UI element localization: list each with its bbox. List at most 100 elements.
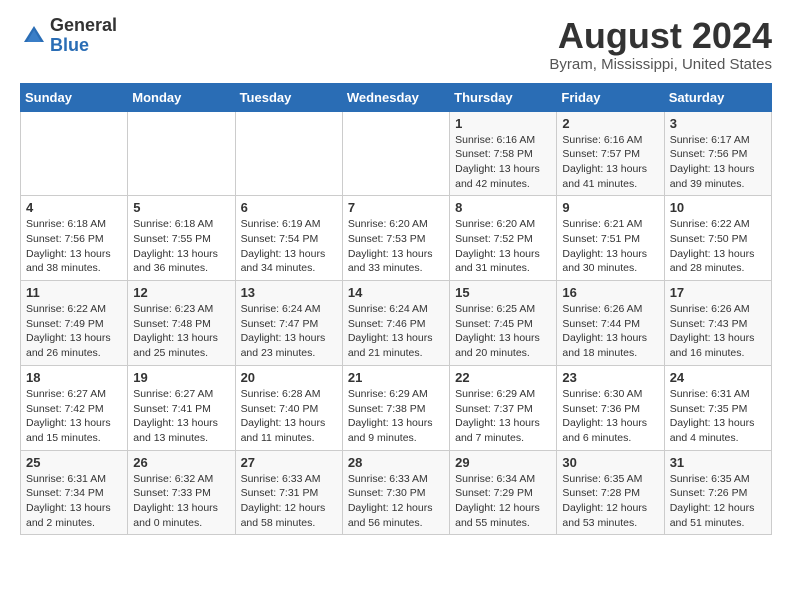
day-info: Sunrise: 6:31 AMSunset: 7:35 PMDaylight:… bbox=[670, 387, 766, 446]
day-number: 14 bbox=[348, 285, 444, 300]
calendar-cell: 30Sunrise: 6:35 AMSunset: 7:28 PMDayligh… bbox=[557, 450, 664, 535]
day-number: 17 bbox=[670, 285, 766, 300]
day-info: Sunrise: 6:34 AMSunset: 7:29 PMDaylight:… bbox=[455, 472, 551, 531]
day-number: 22 bbox=[455, 370, 551, 385]
calendar-cell: 7 Sunrise: 6:20 AMSunset: 7:53 PMDaylight… bbox=[342, 196, 449, 281]
logo: General Blue bbox=[20, 16, 117, 56]
day-number: 20 bbox=[241, 370, 337, 385]
day-number: 23 bbox=[562, 370, 658, 385]
day-info: Sunrise: 6:19 AMSunset: 7:54 PMDaylight:… bbox=[241, 217, 337, 276]
calendar-header: SundayMondayTuesdayWednesdayThursdayFrid… bbox=[21, 83, 772, 111]
day-info: Sunrise: 6:35 AMSunset: 7:26 PMDaylight:… bbox=[670, 472, 766, 531]
calendar-cell bbox=[128, 111, 235, 196]
logo-blue: Blue bbox=[50, 36, 117, 56]
calendar-cell: 10Sunrise: 6:22 AMSunset: 7:50 PMDayligh… bbox=[664, 196, 771, 281]
logo-text: General Blue bbox=[50, 16, 117, 56]
day-info: Sunrise: 6:18 AMSunset: 7:55 PMDaylight:… bbox=[133, 217, 229, 276]
calendar-cell: 13 Sunrise: 6:24 AMSunset: 7:47 PMDayligh… bbox=[235, 281, 342, 366]
day-number: 6 bbox=[241, 200, 337, 215]
calendar-week-4: 18Sunrise: 6:27 AMSunset: 7:42 PMDayligh… bbox=[21, 365, 772, 450]
day-info: Sunrise: 6:22 AMSunset: 7:49 PMDaylight:… bbox=[26, 302, 122, 361]
calendar-cell bbox=[235, 111, 342, 196]
day-info: Sunrise: 6:31 AMSunset: 7:34 PMDaylight:… bbox=[26, 472, 122, 531]
calendar-cell: 24 Sunrise: 6:31 AMSunset: 7:35 PMDayligh… bbox=[664, 365, 771, 450]
day-number: 21 bbox=[348, 370, 444, 385]
weekday-header-sunday: Sunday bbox=[21, 83, 128, 111]
day-info: Sunrise: 6:29 AMSunset: 7:38 PMDaylight:… bbox=[348, 387, 444, 446]
day-number: 5 bbox=[133, 200, 229, 215]
calendar-cell: 19 Sunrise: 6:27 AMSunset: 7:41 PMDayligh… bbox=[128, 365, 235, 450]
calendar-cell: 8 Sunrise: 6:20 AMSunset: 7:52 PMDaylight… bbox=[450, 196, 557, 281]
calendar-cell: 3 Sunrise: 6:17 AMSunset: 7:56 PMDaylight… bbox=[664, 111, 771, 196]
day-info: Sunrise: 6:16 AMSunset: 7:57 PMDaylight:… bbox=[562, 133, 658, 192]
calendar-cell: 11 Sunrise: 6:22 AMSunset: 7:49 PMDayligh… bbox=[21, 281, 128, 366]
day-number: 29 bbox=[455, 455, 551, 470]
calendar-week-3: 11 Sunrise: 6:22 AMSunset: 7:49 PMDayligh… bbox=[21, 281, 772, 366]
day-info: Sunrise: 6:33 AMSunset: 7:30 PMDaylight:… bbox=[348, 472, 444, 531]
day-info: Sunrise: 6:24 AMSunset: 7:46 PMDaylight:… bbox=[348, 302, 444, 361]
calendar-cell: 12Sunrise: 6:23 AMSunset: 7:48 PMDayligh… bbox=[128, 281, 235, 366]
calendar-cell bbox=[342, 111, 449, 196]
calendar-cell: 1Sunrise: 6:16 AMSunset: 7:58 PMDaylight… bbox=[450, 111, 557, 196]
day-info: Sunrise: 6:30 AMSunset: 7:36 PMDaylight:… bbox=[562, 387, 658, 446]
calendar-cell: 15 Sunrise: 6:25 AMSunset: 7:45 PMDayligh… bbox=[450, 281, 557, 366]
day-number: 28 bbox=[348, 455, 444, 470]
day-info: Sunrise: 6:27 AMSunset: 7:42 PMDaylight:… bbox=[26, 387, 122, 446]
day-number: 31 bbox=[670, 455, 766, 470]
calendar-week-2: 4Sunrise: 6:18 AMSunset: 7:56 PMDaylight… bbox=[21, 196, 772, 281]
header-area: General Blue August 2024 Byram, Mississi… bbox=[20, 16, 772, 73]
day-number: 10 bbox=[670, 200, 766, 215]
weekday-header-saturday: Saturday bbox=[664, 83, 771, 111]
title-area: August 2024 Byram, Mississippi, United S… bbox=[549, 16, 772, 73]
calendar-week-5: 25 Sunrise: 6:31 AMSunset: 7:34 PMDayligh… bbox=[21, 450, 772, 535]
day-info: Sunrise: 6:20 AMSunset: 7:53 PMDaylight:… bbox=[348, 217, 444, 276]
day-number: 11 bbox=[26, 285, 122, 300]
calendar-cell: 20Sunrise: 6:28 AMSunset: 7:40 PMDayligh… bbox=[235, 365, 342, 450]
calendar-cell: 16 Sunrise: 6:26 AMSunset: 7:44 PMDayligh… bbox=[557, 281, 664, 366]
day-info: Sunrise: 6:29 AMSunset: 7:37 PMDaylight:… bbox=[455, 387, 551, 446]
main-title: August 2024 bbox=[549, 16, 772, 56]
day-info: Sunrise: 6:27 AMSunset: 7:41 PMDaylight:… bbox=[133, 387, 229, 446]
day-info: Sunrise: 6:16 AMSunset: 7:58 PMDaylight:… bbox=[455, 133, 551, 192]
day-info: Sunrise: 6:25 AMSunset: 7:45 PMDaylight:… bbox=[455, 302, 551, 361]
day-number: 30 bbox=[562, 455, 658, 470]
logo-icon bbox=[20, 22, 48, 50]
day-number: 3 bbox=[670, 116, 766, 131]
calendar-cell: 23 Sunrise: 6:30 AMSunset: 7:36 PMDayligh… bbox=[557, 365, 664, 450]
calendar-week-1: 1Sunrise: 6:16 AMSunset: 7:58 PMDaylight… bbox=[21, 111, 772, 196]
weekday-header-tuesday: Tuesday bbox=[235, 83, 342, 111]
day-number: 7 bbox=[348, 200, 444, 215]
day-info: Sunrise: 6:26 AMSunset: 7:43 PMDaylight:… bbox=[670, 302, 766, 361]
day-info: Sunrise: 6:18 AMSunset: 7:56 PMDaylight:… bbox=[26, 217, 122, 276]
day-info: Sunrise: 6:20 AMSunset: 7:52 PMDaylight:… bbox=[455, 217, 551, 276]
day-number: 25 bbox=[26, 455, 122, 470]
calendar-page: General Blue August 2024 Byram, Mississi… bbox=[0, 0, 792, 551]
day-info: Sunrise: 6:17 AMSunset: 7:56 PMDaylight:… bbox=[670, 133, 766, 192]
calendar-body: 1Sunrise: 6:16 AMSunset: 7:58 PMDaylight… bbox=[21, 111, 772, 535]
calendar-table: SundayMondayTuesdayWednesdayThursdayFrid… bbox=[20, 83, 772, 536]
day-number: 16 bbox=[562, 285, 658, 300]
calendar-cell: 2 Sunrise: 6:16 AMSunset: 7:57 PMDaylight… bbox=[557, 111, 664, 196]
logo-general: General bbox=[50, 16, 117, 36]
calendar-cell: 29 Sunrise: 6:34 AMSunset: 7:29 PMDayligh… bbox=[450, 450, 557, 535]
subtitle: Byram, Mississippi, United States bbox=[549, 56, 772, 73]
calendar-cell: 18Sunrise: 6:27 AMSunset: 7:42 PMDayligh… bbox=[21, 365, 128, 450]
weekday-header-friday: Friday bbox=[557, 83, 664, 111]
day-info: Sunrise: 6:26 AMSunset: 7:44 PMDaylight:… bbox=[562, 302, 658, 361]
weekday-header-monday: Monday bbox=[128, 83, 235, 111]
day-number: 24 bbox=[670, 370, 766, 385]
calendar-cell: 22 Sunrise: 6:29 AMSunset: 7:37 PMDayligh… bbox=[450, 365, 557, 450]
day-number: 2 bbox=[562, 116, 658, 131]
day-info: Sunrise: 6:24 AMSunset: 7:47 PMDaylight:… bbox=[241, 302, 337, 361]
weekday-header-thursday: Thursday bbox=[450, 83, 557, 111]
day-number: 19 bbox=[133, 370, 229, 385]
day-number: 9 bbox=[562, 200, 658, 215]
calendar-cell: 27Sunrise: 6:33 AMSunset: 7:31 PMDayligh… bbox=[235, 450, 342, 535]
day-number: 15 bbox=[455, 285, 551, 300]
day-number: 8 bbox=[455, 200, 551, 215]
day-number: 12 bbox=[133, 285, 229, 300]
day-number: 26 bbox=[133, 455, 229, 470]
day-info: Sunrise: 6:21 AMSunset: 7:51 PMDaylight:… bbox=[562, 217, 658, 276]
day-number: 13 bbox=[241, 285, 337, 300]
day-info: Sunrise: 6:32 AMSunset: 7:33 PMDaylight:… bbox=[133, 472, 229, 531]
